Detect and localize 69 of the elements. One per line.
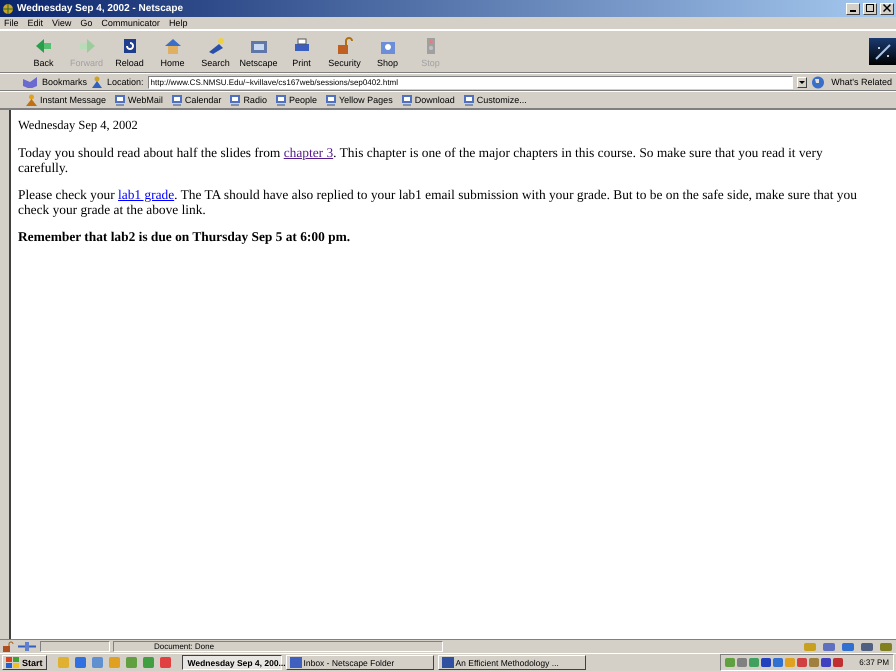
minimize-icon <box>850 10 856 12</box>
computer-icon[interactable] <box>230 94 240 106</box>
logo-icon <box>869 38 896 65</box>
tray-icon[interactable] <box>773 657 784 668</box>
text-link[interactable]: lab1 grade <box>118 187 174 202</box>
tray-icon[interactable] <box>761 657 772 668</box>
minimize-button[interactable] <box>846 2 860 14</box>
bookmark-link[interactable]: WebMail <box>128 95 163 105</box>
bookmarks-button[interactable]: Bookmarks <box>42 77 88 87</box>
text-link[interactable]: chapter 3 <box>284 145 334 160</box>
tray-icon[interactable] <box>821 657 832 668</box>
computer-icon[interactable] <box>115 94 126 106</box>
padlock-icon[interactable] <box>2 641 14 652</box>
computer-icon[interactable] <box>172 94 182 106</box>
bookmark-link[interactable]: Yellow Pages <box>338 95 393 105</box>
menu-item[interactable]: File <box>4 18 19 28</box>
start-button[interactable]: Start <box>2 655 47 670</box>
bookmark-link[interactable]: Calendar <box>184 95 222 105</box>
bookmark-link[interactable]: Download <box>414 95 455 105</box>
paragraph: Remember that lab2 is due on Thursday Sep 5 at 6:00 pm. <box>18 229 352 244</box>
person-icon[interactable] <box>26 94 37 106</box>
app-icon <box>290 657 302 668</box>
close-button[interactable] <box>880 2 894 14</box>
menu-item[interactable]: View <box>52 18 72 28</box>
computer-icon[interactable] <box>276 94 286 106</box>
menu-item[interactable]: Edit <box>28 18 44 28</box>
toolbar-button[interactable]: Back <box>22 36 65 68</box>
bookmark-link[interactable]: Customize... <box>476 95 527 105</box>
bookmark-link[interactable]: Instant Message <box>40 95 106 105</box>
app-icon <box>442 657 454 668</box>
toolbar-button[interactable]: Shop <box>366 36 409 68</box>
bookmark-link[interactable]: People <box>288 95 317 105</box>
status-text: Document: Done <box>113 641 443 652</box>
menu-item[interactable]: Help <box>168 18 188 28</box>
tray-icon[interactable] <box>833 657 844 668</box>
paragraph: Please check your lab1 grade. The TA should have also replied to your lab1 email submission with your grade. But to be on the safe side, make sure that you check your grade at the above link. <box>18 187 858 217</box>
window-title: Wednesday Sep 4, 2002 - Netscape <box>17 3 184 14</box>
tray-icon[interactable] <box>809 657 820 668</box>
menu-item[interactable]: Communicator <box>101 18 160 28</box>
globe-icon <box>2 2 14 14</box>
toolbar-button[interactable]: Security <box>323 36 366 68</box>
toolbar-button[interactable]: Print <box>280 36 323 68</box>
computer-icon[interactable] <box>326 94 336 106</box>
person-icon <box>91 76 104 88</box>
tray-icon[interactable] <box>737 657 748 668</box>
computer-icon[interactable] <box>402 94 412 106</box>
url-field[interactable]: http://www.CS.NMSU.Edu/~kvillave/cs167web/sessions/sep0402.html <box>148 76 794 88</box>
menu-item[interactable]: Go <box>80 18 92 28</box>
page-heading: Wednesday Sep 4, 2002 <box>18 118 139 133</box>
connection-icon <box>17 641 37 652</box>
bookmark-link[interactable]: Radio <box>243 95 267 105</box>
taskbar-button[interactable]: Inbox - Netscape Folder <box>286 655 434 670</box>
restore-icon <box>866 4 874 12</box>
windows-flag-icon <box>6 656 20 668</box>
toolbar-button[interactable]: Home <box>151 36 194 68</box>
toolbar-button[interactable]: Search <box>194 36 237 68</box>
computer-icon[interactable] <box>464 94 474 106</box>
dropdown-button[interactable] <box>797 76 808 88</box>
location-label: Location: <box>107 77 144 87</box>
tray-icon[interactable] <box>797 657 808 668</box>
clock: 6:37 PM <box>859 658 889 667</box>
toolbar-button[interactable]: Netscape <box>237 36 280 68</box>
restore-button[interactable] <box>863 2 877 14</box>
paragraph: Today you should read about half the slides from chapter 3. This chapter is one of the major chapters in this course. So make sure that you read it very carefully. <box>18 145 824 175</box>
close-icon <box>883 4 891 12</box>
toolbar-button[interactable]: Reload <box>108 36 151 68</box>
whats-related-button[interactable]: What's Related <box>831 77 892 87</box>
bookmark-icon[interactable] <box>22 76 38 88</box>
taskbar-button[interactable]: An Efficient Methodology ... <box>438 655 586 670</box>
